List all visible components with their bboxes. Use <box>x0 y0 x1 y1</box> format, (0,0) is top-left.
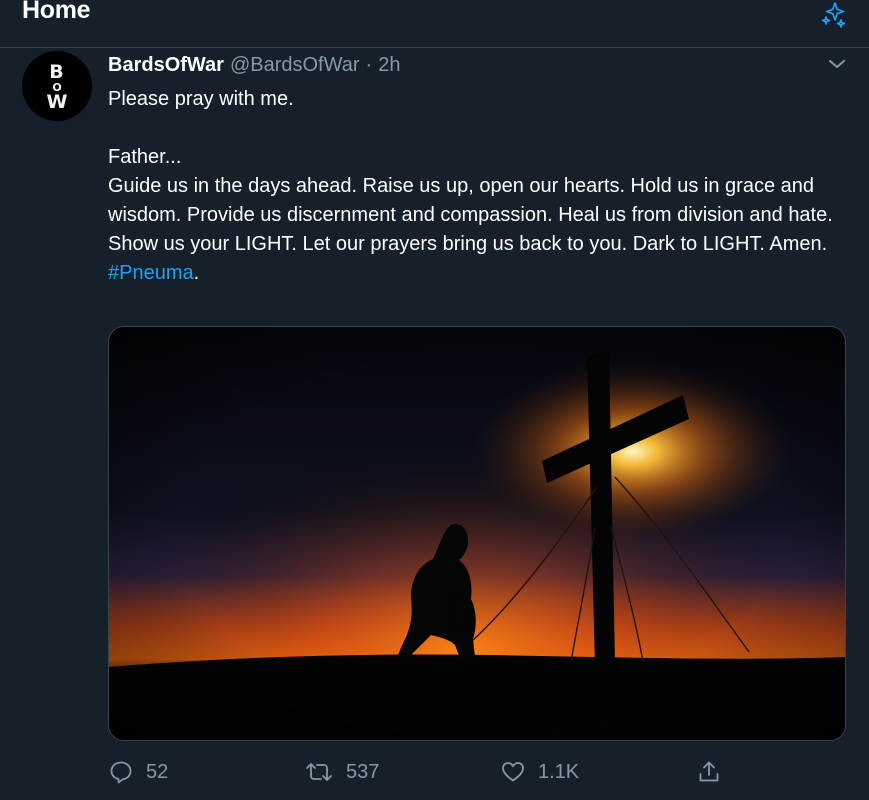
tweet-meta: BardsOfWar @BardsOfWar · 2h <box>108 51 400 79</box>
chevron-down-icon <box>829 60 845 68</box>
sparkle-icon <box>821 2 846 28</box>
tweet-text: Please pray with me. Father... Guide us … <box>108 85 853 288</box>
share-icon <box>699 761 719 782</box>
tweet[interactable]: B O W BardsOfWar @BardsOfWar · 2h Please… <box>0 49 869 800</box>
meta-separator: · <box>365 53 373 76</box>
timeline-header: Home <box>0 0 869 48</box>
hashtag-link[interactable]: #Pneuma <box>108 262 194 284</box>
retweet-button[interactable]: 537 <box>304 754 379 790</box>
top-tweets-button[interactable] <box>814 0 854 30</box>
avatar-letter-b: B <box>49 60 65 83</box>
tweet-line: Guide us in the days ahead. Raise us up,… <box>108 175 833 255</box>
avatar[interactable]: B O W <box>22 51 92 121</box>
tweet-actions: 52 537 1.1K <box>108 754 853 790</box>
retweet-icon <box>306 763 332 781</box>
reply-count: 52 <box>146 760 169 783</box>
retweet-count: 537 <box>346 760 380 783</box>
more-options-button[interactable] <box>822 53 852 75</box>
reply-icon <box>110 761 132 784</box>
hashtag-suffix: . <box>193 262 200 284</box>
tweet-image[interactable] <box>108 326 846 741</box>
page-title: Home <box>22 0 91 24</box>
author-name[interactable]: BardsOfWar <box>108 54 224 77</box>
reply-button[interactable]: 52 <box>108 754 168 790</box>
like-count: 1.1K <box>538 760 580 783</box>
timestamp[interactable]: 2h <box>378 54 400 77</box>
cross-silhouette-image <box>109 327 845 740</box>
tweet-line: Father... <box>108 146 182 168</box>
like-button[interactable]: 1.1K <box>500 754 579 790</box>
author-handle[interactable]: @BardsOfWar <box>230 54 360 77</box>
avatar-letter-w: W <box>46 90 68 113</box>
tweet-line: Please pray with me. <box>108 88 294 110</box>
share-button[interactable] <box>696 754 722 790</box>
heart-icon <box>502 762 524 782</box>
tweet-line: #Pneuma. <box>108 259 853 288</box>
